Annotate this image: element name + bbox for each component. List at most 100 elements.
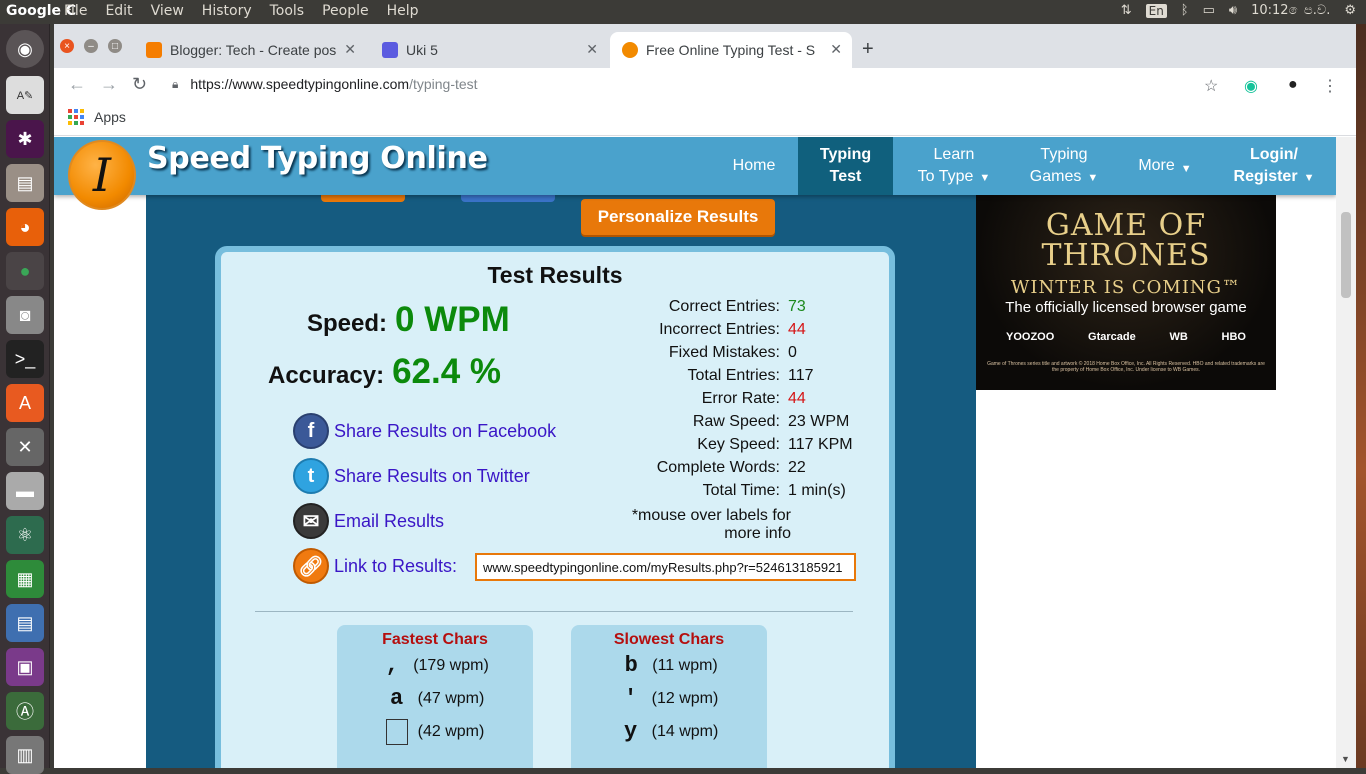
profile-avatar-icon[interactable]: ● [1288, 76, 1298, 94]
menu-file[interactable]: File [64, 3, 87, 19]
stat-label[interactable]: Fixed Mistakes: [601, 344, 788, 367]
email-results-label[interactable]: Email Results [334, 511, 444, 532]
menu-help[interactable]: Help [387, 3, 419, 19]
files-icon[interactable]: ▤ [6, 164, 44, 202]
atom-icon[interactable]: ⚛ [6, 516, 44, 554]
nav-typing-games[interactable]: Typing Games ▼ [1024, 137, 1104, 195]
nav-learn-to-type[interactable]: Learn To Type ▼ [909, 137, 999, 195]
lock-icon[interactable]: 🔒︎ [172, 77, 178, 92]
site-name[interactable]: Speed Typing Online [147, 141, 488, 176]
new-tab-button[interactable]: + [862, 38, 874, 61]
stat-label[interactable]: Error Rate: [601, 390, 788, 413]
forward-icon[interactable]: → [100, 74, 118, 95]
uki-icon [382, 42, 398, 58]
stat-row: Incorrect Entries: 44 [601, 321, 891, 344]
close-window-icon[interactable]: × [60, 39, 74, 53]
site-logo-icon[interactable]: I [68, 140, 136, 210]
disk-icon[interactable]: ▬ [6, 472, 44, 510]
trash-icon[interactable]: ▥ [6, 736, 44, 774]
apps-shortcut[interactable]: Apps [68, 109, 126, 125]
email-results-link[interactable]: ✉ Email Results [293, 503, 444, 539]
terminal-icon[interactable]: >_ [6, 340, 44, 378]
char-wpm: (11 wpm) [652, 656, 718, 674]
updater-icon[interactable]: Ⓐ [6, 692, 44, 730]
menu-kebab-icon[interactable]: ⋮ [1322, 76, 1338, 96]
settings-gear-icon[interactable]: ⚙ [1344, 3, 1356, 18]
share-twitter-label[interactable]: Share Results on Twitter [334, 466, 530, 487]
battery-icon[interactable]: ▭ [1203, 3, 1215, 18]
bookmark-star-icon[interactable]: ☆ [1204, 76, 1218, 96]
os-top-bar: Google C File Edit View History Tools Pe… [0, 0, 1366, 24]
ad-fine-print: Game of Thrones series title and artwork… [987, 361, 1265, 373]
tab-blogger[interactable]: Blogger: Tech - Create pos ✕ [134, 32, 366, 68]
menu-tools[interactable]: Tools [270, 3, 305, 19]
fastest-chars-box: Fastest Chars , (179 wpm) a (47 wpm) (42 w… [337, 625, 533, 768]
stat-label[interactable]: Raw Speed: [601, 413, 788, 436]
tab-typing-test[interactable]: Free Online Typing Test - S ✕ [610, 32, 852, 68]
firefox-icon[interactable]: ◕ [6, 208, 44, 246]
close-tab-icon[interactable]: ✕ [344, 41, 356, 58]
grammarly-icon[interactable]: ◉ [1244, 76, 1258, 96]
share-facebook-label[interactable]: Share Results on Facebook [334, 421, 556, 442]
bluetooth-icon[interactable]: ᛒ [1181, 3, 1189, 18]
clock[interactable]: 10:12 ෙප.ව. [1251, 3, 1330, 18]
address-bar[interactable]: 🔒︎ https://www.speedtypingonline.com/typ… [164, 69, 1264, 99]
game-of-thrones-ad[interactable]: GAME OF THRONES WINTER IS COMING™ The off… [976, 195, 1276, 390]
share-facebook-link[interactable]: f Share Results on Facebook [293, 413, 556, 449]
reload-icon[interactable]: ↻ [132, 74, 147, 95]
scrollbar-thumb[interactable] [1341, 212, 1351, 298]
software-center-icon[interactable]: A [6, 384, 44, 422]
slack-icon[interactable]: ✱ [6, 120, 44, 158]
menu-view[interactable]: View [151, 3, 184, 19]
stat-label[interactable]: Incorrect Entries: [601, 321, 788, 344]
spreadsheet-icon[interactable]: ▦ [6, 560, 44, 598]
stat-value: 117 [788, 367, 814, 384]
menu-people[interactable]: People [322, 3, 369, 19]
close-tab-icon[interactable]: ✕ [586, 41, 598, 58]
stat-value: 73 [788, 298, 806, 315]
menu-edit[interactable]: Edit [105, 3, 132, 19]
close-tab-icon[interactable]: ✕ [830, 41, 842, 58]
back-icon[interactable]: ← [68, 74, 86, 95]
share-twitter-link[interactable]: t Share Results on Twitter [293, 458, 530, 494]
stat-label[interactable]: Key Speed: [601, 436, 788, 459]
tab-uki[interactable]: Uki 5 ✕ [370, 32, 608, 68]
document-icon[interactable]: ▤ [6, 604, 44, 642]
facebook-icon: f [293, 413, 329, 449]
ubuntu-dash-icon[interactable]: ◉ [6, 30, 44, 68]
personalize-results-button[interactable]: Personalize Results [581, 199, 775, 235]
tab-strip: × – □ Blogger: Tech - Create pos ✕ Uki 5… [54, 24, 1356, 68]
nav-typing-test[interactable]: Typing Test [798, 137, 893, 195]
speed-label: Speed: [307, 310, 388, 337]
chrome-window: × – □ Blogger: Tech - Create pos ✕ Uki 5… [54, 24, 1356, 768]
font-viewer-icon[interactable]: A✎ [6, 76, 44, 114]
speed-readout: Speed: 0 WPM [307, 300, 510, 340]
presentation-icon[interactable]: ▣ [6, 648, 44, 686]
scroll-down-arrow-icon[interactable]: ▼ [1341, 754, 1350, 764]
maximize-window-icon[interactable]: □ [108, 39, 122, 53]
menu-history[interactable]: History [202, 3, 252, 19]
nav-more[interactable]: More ▼ [1132, 137, 1198, 195]
chrome-icon[interactable]: ● [6, 252, 44, 290]
network-icon[interactable]: ⇅ [1121, 3, 1132, 18]
stat-label[interactable]: Total Entries: [601, 367, 788, 390]
stat-value: 0 [788, 344, 797, 361]
speedtyping-icon [622, 42, 638, 58]
nav-label: More [1138, 157, 1175, 174]
test-results-panel: Test Results Speed: 0 WPM Accuracy: 62.4 %… [215, 246, 895, 768]
system-settings-icon[interactable]: ✕ [6, 428, 44, 466]
camera-icon[interactable]: ◙ [6, 296, 44, 334]
stat-label[interactable]: Correct Entries: [601, 298, 788, 321]
keyboard-layout-indicator[interactable]: En [1145, 3, 1167, 18]
nav-login-register[interactable]: Login/Register ▼ [1224, 137, 1324, 195]
desktop-wallpaper [1356, 24, 1366, 768]
stat-label[interactable]: Total Time: [601, 482, 788, 505]
minimize-window-icon[interactable]: – [84, 39, 98, 53]
url-path: /typing-test [409, 76, 478, 92]
page-scrollbar[interactable]: ▼ [1336, 137, 1356, 768]
volume-icon[interactable]: 🔊︎ [1229, 3, 1237, 18]
results-link-input[interactable]: www.speedtypingonline.com/myResults.php?… [475, 553, 856, 581]
nav-home[interactable]: Home [718, 137, 790, 195]
tab-title: Free Online Typing Test - S [646, 42, 816, 58]
stat-label[interactable]: Complete Words: [601, 459, 788, 482]
